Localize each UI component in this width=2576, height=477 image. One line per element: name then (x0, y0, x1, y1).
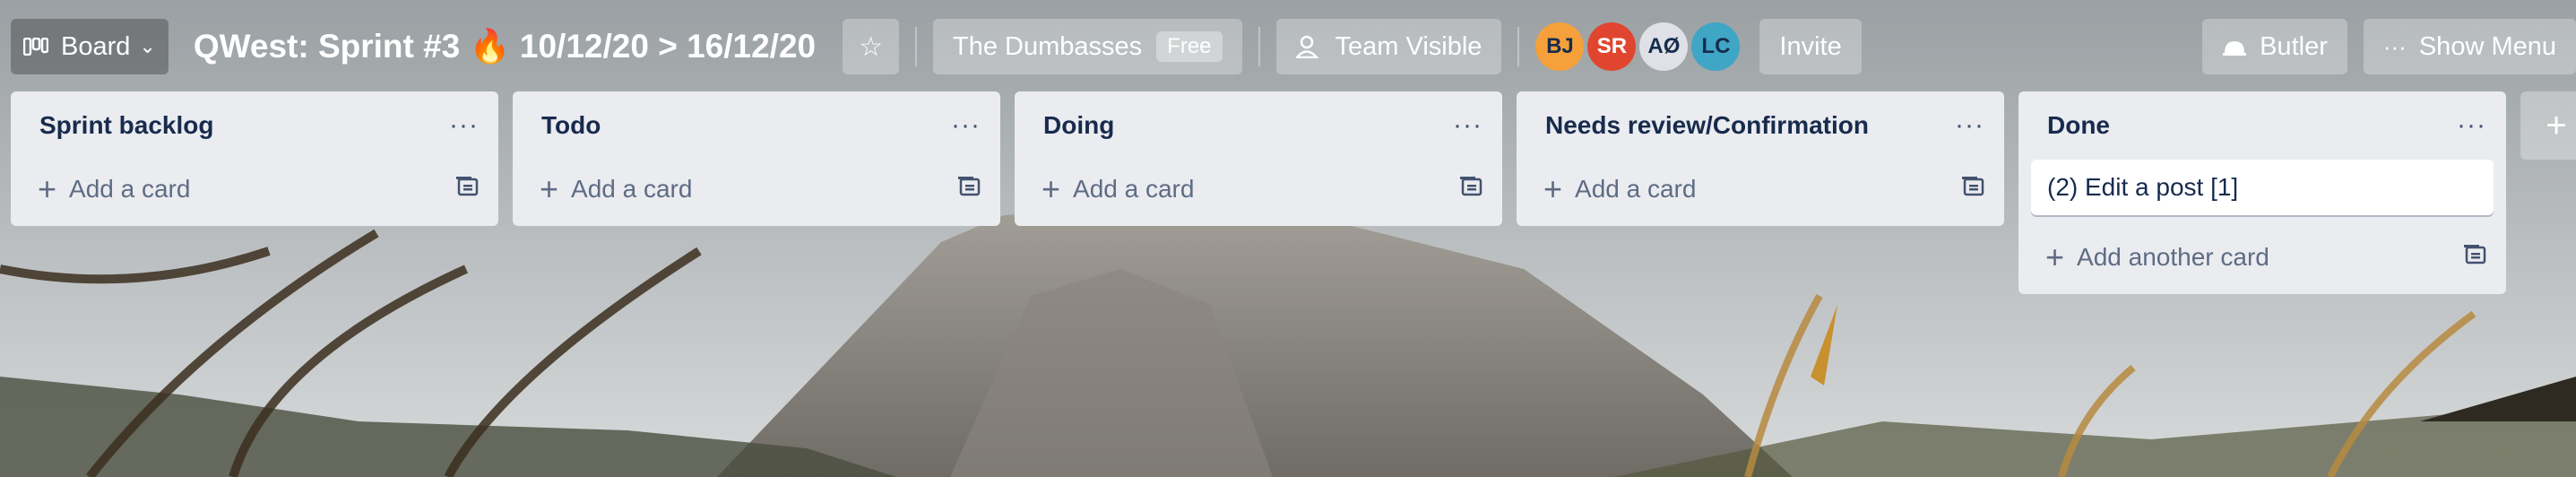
plus-icon: + (38, 170, 57, 207)
header-divider (1258, 27, 1260, 66)
header-divider (1517, 27, 1520, 66)
board-header: Board ⌄ QWest: Sprint #3 🔥 10/12/20 > 16… (0, 0, 2576, 93)
invite-button[interactable]: Invite (1759, 19, 1862, 74)
team-plan-badge: Free (1156, 31, 1223, 62)
list-header[interactable]: Done ··· (2018, 91, 2506, 160)
board-switcher-button[interactable]: Board ⌄ (11, 19, 169, 74)
add-card-button[interactable]: + Add another card (2018, 228, 2506, 287)
star-icon: ☆ (859, 31, 884, 62)
template-icon[interactable] (2463, 243, 2486, 272)
card-title: (2) Edit a post [1] (2047, 173, 2239, 201)
template-icon[interactable] (957, 175, 981, 204)
board-lists: Sprint backlog ··· + Add a card Todo ··· … (11, 91, 2576, 294)
team-name: The Dumbasses (953, 31, 1143, 61)
add-card-label: Add a card (571, 175, 693, 203)
add-card-button[interactable]: + Add a card (1015, 160, 1502, 219)
team-button[interactable]: The Dumbasses Free (933, 19, 1242, 74)
list-menu-icon[interactable]: ··· (1955, 110, 1984, 141)
list-needs-review: Needs review/Confirmation ··· + Add a car… (1517, 91, 2004, 226)
plus-icon: + (540, 170, 559, 207)
list-header[interactable]: Todo ··· (513, 91, 1000, 160)
list-menu-icon[interactable]: ··· (2457, 110, 2486, 141)
visibility-button[interactable]: Team Visible (1275, 19, 1502, 74)
add-card-button[interactable]: + Add a card (513, 160, 1000, 219)
butler-bell-icon (2222, 37, 2247, 56)
plus-icon: + (1543, 170, 1563, 207)
list-title[interactable]: Needs review/Confirmation (1545, 111, 1869, 140)
list-done: Done ··· (2) Edit a post [1] + Add anothe… (2018, 91, 2506, 294)
team-visible-icon (1295, 35, 1323, 58)
avatar[interactable]: SR (1587, 22, 1637, 71)
butler-button[interactable]: Butler (2202, 19, 2347, 74)
board-title[interactable]: QWest: Sprint #3 🔥 10/12/20 > 16/12/20 (194, 28, 816, 66)
add-card-button[interactable]: + Add a card (11, 160, 498, 219)
list-sprint-backlog: Sprint backlog ··· + Add a card (11, 91, 498, 226)
add-card-button[interactable]: + Add a card (1517, 160, 2004, 219)
avatar[interactable]: BJ (1535, 22, 1585, 71)
list-menu-icon[interactable]: ··· (1453, 110, 1482, 141)
template-icon[interactable] (1459, 175, 1482, 204)
add-card-label: Add a card (69, 175, 191, 203)
visibility-label: Team Visible (1335, 31, 1482, 61)
more-icon: ··· (2382, 32, 2407, 60)
member-avatars: BJ SR AØ LC (1535, 22, 1743, 71)
add-card-label: Add a card (1073, 175, 1195, 203)
list-header[interactable]: Needs review/Confirmation ··· (1517, 91, 2004, 160)
list-header[interactable]: Sprint backlog ··· (11, 91, 498, 160)
show-menu-button[interactable]: ··· Show Menu (2363, 19, 2576, 74)
avatar[interactable]: AØ (1639, 22, 1689, 71)
list-title[interactable]: Doing (1043, 111, 1114, 140)
list-doing: Doing ··· + Add a card (1015, 91, 1502, 226)
add-list-button[interactable]: + (2520, 91, 2576, 160)
show-menu-label: Show Menu (2418, 31, 2556, 61)
list-todo: Todo ··· + Add a card (513, 91, 1000, 226)
list-title[interactable]: Todo (541, 111, 601, 140)
header-divider (915, 27, 918, 66)
plus-icon: + (2546, 105, 2567, 145)
add-card-label: Add a card (1575, 175, 1697, 203)
list-title[interactable]: Done (2047, 111, 2110, 140)
template-icon[interactable] (1961, 175, 1984, 204)
plus-icon: + (2045, 238, 2065, 275)
board-switcher-label: Board (61, 31, 131, 61)
list-menu-icon[interactable]: ··· (449, 110, 479, 141)
list-card[interactable]: (2) Edit a post [1] (2031, 160, 2494, 215)
star-button[interactable]: ☆ (843, 19, 900, 74)
chevron-down-icon: ⌄ (139, 35, 156, 57)
plus-icon: + (1042, 170, 1061, 207)
invite-label: Invite (1779, 31, 1842, 61)
list-title[interactable]: Sprint backlog (39, 111, 213, 140)
board-icon (23, 38, 48, 56)
avatar[interactable]: LC (1691, 22, 1741, 71)
template-icon[interactable] (455, 175, 479, 204)
list-header[interactable]: Doing ··· (1015, 91, 1502, 160)
list-menu-icon[interactable]: ··· (951, 110, 981, 141)
add-card-label: Add another card (2077, 243, 2269, 271)
butler-label: Butler (2260, 31, 2328, 61)
